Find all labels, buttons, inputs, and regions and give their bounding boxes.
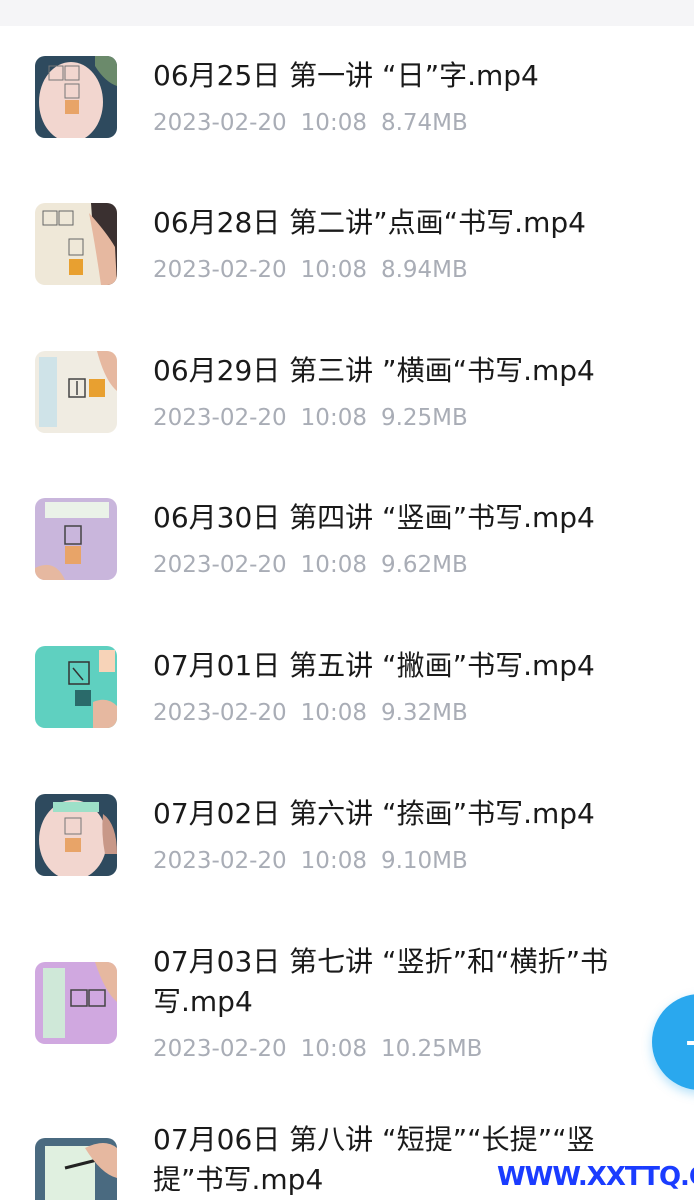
list-item[interactable]: 07月03日 第七讲 “竖折”和“横折”书写.mp4 2023-02-20 10:…	[0, 942, 694, 1102]
video-thumbnail-icon	[35, 1138, 117, 1200]
file-date: 2023-02-20	[153, 700, 287, 726]
list-item[interactable]: 06月29日 第三讲 ”横画“书写.mp4 2023-02-20 10:08 9.2…	[0, 351, 694, 481]
file-name: 06月25日 第一讲 “日”字.mp4	[153, 59, 539, 92]
video-thumbnail-icon	[35, 962, 117, 1044]
file-size: 8.94MB	[380, 257, 468, 283]
file-name: 07月03日 第七讲 “竖折”和“横折”书写.mp4	[153, 945, 609, 1018]
file-time: 10:08	[300, 700, 367, 726]
file-size: 9.25MB	[380, 405, 468, 431]
file-date: 2023-02-20	[153, 848, 287, 874]
file-size: 9.10MB	[380, 848, 468, 874]
file-date: 2023-02-20	[153, 257, 287, 283]
file-size: 9.32MB	[380, 700, 468, 726]
file-size: 8.74MB	[380, 110, 468, 136]
list-item[interactable]: 07月02日 第六讲 “捺画”书写.mp4 2023-02-20 10:08 9.1…	[0, 794, 694, 924]
file-time: 10:08	[300, 1036, 367, 1062]
file-time: 10:08	[300, 405, 367, 431]
watermark-text: WWW.XXTTQ.COM	[497, 1162, 694, 1192]
file-meta: 2023-02-20 10:08 9.25MB	[153, 403, 482, 433]
file-meta: 2023-02-20 10:08 9.62MB	[153, 550, 482, 580]
file-date: 2023-02-20	[153, 405, 287, 431]
plus-icon: +	[682, 1014, 694, 1070]
file-time: 10:08	[300, 110, 367, 136]
file-meta: 2023-02-20 10:08 8.94MB	[153, 255, 482, 285]
file-list-screen: 06月25日 第一讲 “日”字.mp4 2023-02-20 10:08 8.74M…	[0, 0, 694, 1200]
file-name: 06月29日 第三讲 ”横画“书写.mp4	[153, 354, 595, 387]
file-name: 06月28日 第二讲”点画“书写.mp4	[153, 206, 586, 239]
file-meta: 2023-02-20 10:08 10.25MB	[153, 1034, 496, 1064]
file-date: 2023-02-20	[153, 110, 287, 136]
file-size: 9.62MB	[380, 552, 468, 578]
video-thumbnail-icon	[35, 794, 117, 876]
file-date: 2023-02-20	[153, 552, 287, 578]
video-thumbnail-icon	[35, 203, 117, 285]
file-time: 10:08	[300, 848, 367, 874]
file-size: 10.25MB	[380, 1036, 483, 1062]
file-meta: 2023-02-20 10:08 9.32MB	[153, 698, 482, 728]
list-item[interactable]: 06月30日 第四讲 “竖画”书写.mp4 2023-02-20 10:08 9.6…	[0, 498, 694, 628]
video-thumbnail-icon	[35, 498, 117, 580]
file-time: 10:08	[300, 257, 367, 283]
list-item[interactable]: 07月01日 第五讲 “撇画”书写.mp4 2023-02-20 10:08 9.3…	[0, 646, 694, 776]
top-header-strip	[0, 0, 694, 26]
file-name: 06月30日 第四讲 “竖画”书写.mp4	[153, 501, 595, 534]
file-name: 07月01日 第五讲 “撇画”书写.mp4	[153, 649, 595, 682]
file-meta: 2023-02-20 10:08 8.74MB	[153, 108, 482, 138]
file-name: 07月02日 第六讲 “捺画”书写.mp4	[153, 797, 595, 830]
file-meta: 2023-02-20 10:08 9.10MB	[153, 846, 482, 876]
list-item[interactable]: 06月28日 第二讲”点画“书写.mp4 2023-02-20 10:08 8.94…	[0, 203, 694, 333]
video-thumbnail-icon	[35, 56, 117, 138]
video-thumbnail-icon	[35, 646, 117, 728]
list-item[interactable]: 06月25日 第一讲 “日”字.mp4 2023-02-20 10:08 8.74M…	[0, 56, 694, 186]
file-time: 10:08	[300, 552, 367, 578]
file-date: 2023-02-20	[153, 1036, 287, 1062]
video-thumbnail-icon	[35, 351, 117, 433]
